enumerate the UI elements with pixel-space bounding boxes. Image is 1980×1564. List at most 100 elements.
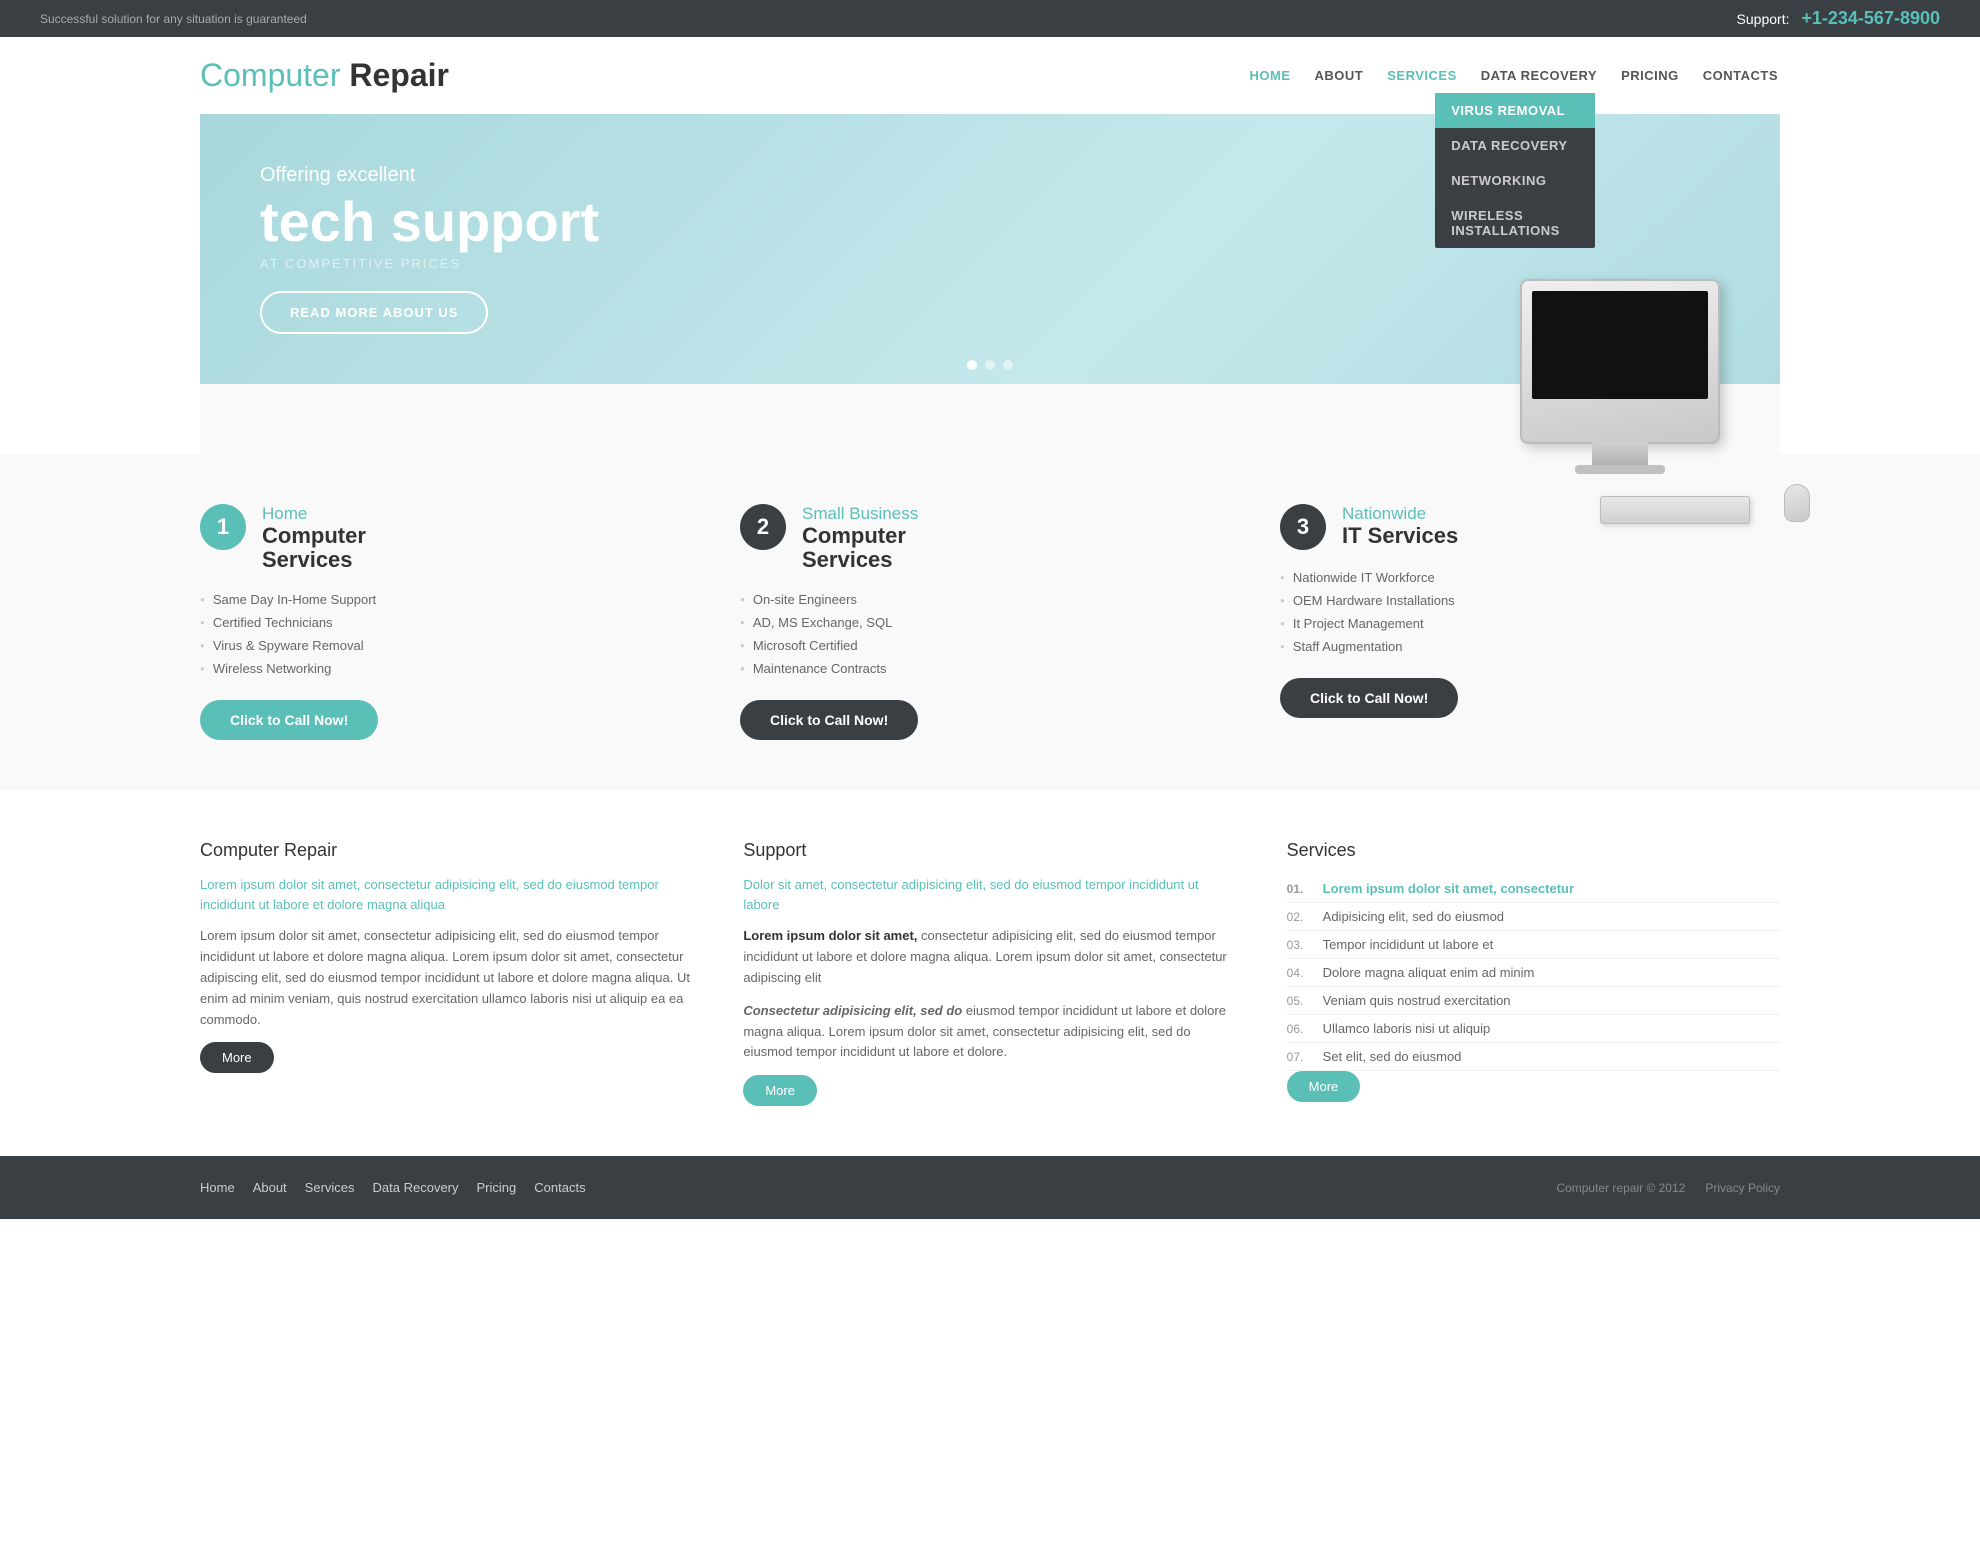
support-phone[interactable]: +1-234-567-8900 bbox=[1801, 8, 1940, 28]
info-heading-services: Services bbox=[1287, 840, 1780, 861]
nav-contacts[interactable]: CONTACTS bbox=[1701, 63, 1780, 88]
top-bar-support: Support: +1-234-567-8900 bbox=[1737, 8, 1940, 29]
dropdown-virus-removal[interactable]: Virus Removal bbox=[1435, 93, 1595, 128]
info-col-services: Services Lorem ipsum dolor sit amet, con… bbox=[1287, 840, 1780, 1106]
hero-tagline: AT COMPETITIVE PRICES bbox=[260, 256, 599, 271]
services-list-item-5[interactable]: Veniam quis nostrud exercitation bbox=[1287, 987, 1780, 1015]
info-highlight-support: Dolor sit amet, consectetur adipisicing … bbox=[743, 875, 1236, 914]
header: Computer Repair HOME ABOUT SERVICES Viru… bbox=[0, 37, 1980, 114]
dropdown-data-recovery[interactable]: Data Recovery bbox=[1435, 128, 1595, 163]
cta-button-1[interactable]: Click to Call Now! bbox=[200, 700, 378, 740]
service-list-2: On-site Engineers AD, MS Exchange, SQL M… bbox=[740, 588, 1240, 680]
footer-nav-about[interactable]: About bbox=[253, 1180, 287, 1195]
dropdown-wireless[interactable]: Wireless Installations bbox=[1435, 198, 1595, 248]
hero-subtitle: Offering excellent bbox=[260, 164, 599, 187]
hero-content: Offering excellent tech support AT COMPE… bbox=[200, 124, 659, 375]
service-title-3: IT Services bbox=[1342, 524, 1458, 548]
service-list-item: Microsoft Certified bbox=[740, 634, 1240, 657]
top-bar-tagline: Successful solution for any situation is… bbox=[40, 12, 307, 26]
footer-nav-pricing[interactable]: Pricing bbox=[477, 1180, 517, 1195]
info-bold-support: Lorem ipsum dolor sit amet, bbox=[743, 928, 917, 943]
service-subtitle-3: Nationwide bbox=[1342, 504, 1458, 524]
service-list-1: Same Day In-Home Support Certified Techn… bbox=[200, 588, 700, 680]
more-button-support[interactable]: More bbox=[743, 1075, 817, 1106]
nav-about[interactable]: ABOUT bbox=[1313, 63, 1366, 88]
services-list-item-3[interactable]: Tempor incididunt ut labore et bbox=[1287, 931, 1780, 959]
hero-dot-2[interactable] bbox=[985, 360, 995, 370]
footer-nav: Home About Services Data Recovery Pricin… bbox=[200, 1180, 586, 1195]
service-title-wrap-2: Small Business ComputerServices bbox=[802, 504, 918, 572]
top-bar: Successful solution for any situation is… bbox=[0, 0, 1980, 37]
logo-computer: Computer bbox=[200, 57, 341, 93]
service-list-3: Nationwide IT Workforce OEM Hardware Ins… bbox=[1280, 566, 1780, 658]
info-col-repair: Computer Repair Lorem ipsum dolor sit am… bbox=[200, 840, 693, 1106]
support-label: Support: bbox=[1737, 11, 1790, 27]
service-list-item: On-site Engineers bbox=[740, 588, 1240, 611]
service-title-wrap-1: Home ComputerServices bbox=[262, 504, 366, 572]
service-list-item: Staff Augmentation bbox=[1280, 635, 1780, 658]
dropdown-networking[interactable]: Networking bbox=[1435, 163, 1595, 198]
logo: Computer Repair bbox=[200, 57, 449, 94]
service-subtitle-1: Home bbox=[262, 504, 366, 524]
services-numbered-list: Lorem ipsum dolor sit amet, consectetur … bbox=[1287, 875, 1780, 1071]
cta-button-2[interactable]: Click to Call Now! bbox=[740, 700, 918, 740]
services-list-item-7[interactable]: Set elit, sed do eiusmod bbox=[1287, 1043, 1780, 1071]
footer-nav-contacts[interactable]: Contacts bbox=[534, 1180, 585, 1195]
info-highlight-repair: Lorem ipsum dolor sit amet, consectetur … bbox=[200, 875, 693, 914]
hero-dot-3[interactable] bbox=[1003, 360, 1013, 370]
service-list-item: Certified Technicians bbox=[200, 611, 700, 634]
logo-repair: Repair bbox=[349, 57, 449, 93]
hero-dots bbox=[967, 360, 1013, 370]
service-number-3: 3 bbox=[1280, 504, 1326, 550]
service-number-1: 1 bbox=[200, 504, 246, 550]
service-list-item: Maintenance Contracts bbox=[740, 657, 1240, 680]
services-list-item-2[interactable]: Adipisicing elit, sed do eiusmod bbox=[1287, 903, 1780, 931]
more-button-services[interactable]: More bbox=[1287, 1071, 1361, 1102]
service-card-1: 1 Home ComputerServices Same Day In-Home… bbox=[200, 504, 700, 740]
nav-pricing[interactable]: PRICING bbox=[1619, 63, 1681, 88]
more-button-repair[interactable]: More bbox=[200, 1042, 274, 1073]
footer-right: Computer repair © 2012 Privacy Policy bbox=[1556, 1181, 1780, 1195]
services-list-item-6[interactable]: Ullamco laboris nisi ut aliquip bbox=[1287, 1015, 1780, 1043]
services-dropdown: Virus Removal Data Recovery Networking W… bbox=[1435, 93, 1595, 248]
service-list-item: Nationwide IT Workforce bbox=[1280, 566, 1780, 589]
footer-privacy[interactable]: Privacy Policy bbox=[1705, 1181, 1780, 1195]
services-list-item-4[interactable]: Dolore magna aliquat enim ad minim bbox=[1287, 959, 1780, 987]
service-title-2: ComputerServices bbox=[802, 524, 918, 572]
service-subtitle-2: Small Business bbox=[802, 504, 918, 524]
hero-title: tech support bbox=[260, 191, 599, 253]
info-col-support: Support Dolor sit amet, consectetur adip… bbox=[743, 840, 1236, 1106]
service-header-2: 2 Small Business ComputerServices bbox=[740, 504, 1240, 572]
info-body2-support: Consectetur adipisicing elit, sed do eiu… bbox=[743, 1001, 1236, 1063]
services-list-item-1[interactable]: Lorem ipsum dolor sit amet, consectetur bbox=[1287, 875, 1780, 903]
footer-nav-home[interactable]: Home bbox=[200, 1180, 235, 1195]
services-grid: 1 Home ComputerServices Same Day In-Home… bbox=[200, 504, 1780, 740]
main-nav: HOME ABOUT SERVICES Virus Removal Data R… bbox=[1248, 63, 1780, 88]
service-number-2: 2 bbox=[740, 504, 786, 550]
info-body-repair: Lorem ipsum dolor sit amet, consectetur … bbox=[200, 926, 693, 1030]
info-heading-repair: Computer Repair bbox=[200, 840, 693, 861]
info-em-support: Consectetur adipisicing elit, sed do bbox=[743, 1003, 962, 1018]
nav-services[interactable]: SERVICES Virus Removal Data Recovery Net… bbox=[1385, 63, 1459, 88]
service-list-item: Virus & Spyware Removal bbox=[200, 634, 700, 657]
info-section: Computer Repair Lorem ipsum dolor sit am… bbox=[0, 790, 1980, 1156]
service-list-item: Same Day In-Home Support bbox=[200, 588, 700, 611]
info-heading-support: Support bbox=[743, 840, 1236, 861]
service-card-2: 2 Small Business ComputerServices On-sit… bbox=[740, 504, 1240, 740]
service-title-wrap-3: Nationwide IT Services bbox=[1342, 504, 1458, 548]
service-card-3: 3 Nationwide IT Services Nationwide IT W… bbox=[1280, 504, 1780, 740]
nav-data-recovery[interactable]: DATA RECOVERY bbox=[1479, 63, 1599, 88]
hero-read-more-button[interactable]: READ MORE ABOUT US bbox=[260, 291, 488, 334]
service-list-item: AD, MS Exchange, SQL bbox=[740, 611, 1240, 634]
cta-button-3[interactable]: Click to Call Now! bbox=[1280, 678, 1458, 718]
nav-home[interactable]: HOME bbox=[1248, 63, 1293, 88]
footer-nav-data-recovery[interactable]: Data Recovery bbox=[373, 1180, 459, 1195]
info-body1-support: Lorem ipsum dolor sit amet, consectetur … bbox=[743, 926, 1236, 988]
footer-copyright: Computer repair © 2012 bbox=[1556, 1181, 1685, 1195]
hero-dot-1[interactable] bbox=[967, 360, 977, 370]
hero-computer-image bbox=[1520, 279, 1720, 444]
service-list-item: OEM Hardware Installations bbox=[1280, 589, 1780, 612]
service-title-1: ComputerServices bbox=[262, 524, 366, 572]
footer-nav-services[interactable]: Services bbox=[305, 1180, 355, 1195]
footer: Home About Services Data Recovery Pricin… bbox=[0, 1156, 1980, 1219]
